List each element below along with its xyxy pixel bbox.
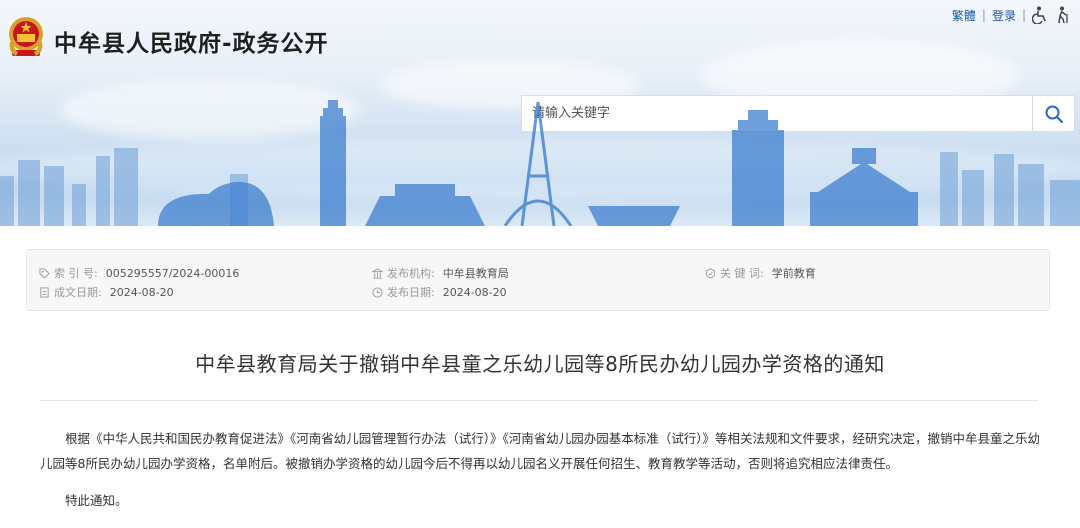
document-paragraph: 根据《中华人民共和国民办教育促进法》《河南省幼儿园管理暂行办法（试行）》《河南省… bbox=[40, 431, 1041, 471]
meta-keywords: 关 键 词: 学前教育 bbox=[705, 265, 816, 281]
top-links: 繁體 | 登录 | bbox=[952, 6, 1070, 24]
meta-value: 005295557/2024-00016 bbox=[105, 266, 240, 280]
meta-publisher: 发布机构: 中牟县教育局 bbox=[372, 265, 509, 281]
national-emblem-logo bbox=[9, 17, 43, 56]
meta-value: 2024-08-20 bbox=[109, 285, 174, 299]
meta-value: 中牟县教育局 bbox=[442, 267, 509, 280]
meta-index-number: 索 引 号: 005295557/2024-00016 bbox=[39, 265, 239, 281]
meta-label: 关 键 词: bbox=[720, 267, 764, 280]
document-paragraph: 特此通知。 bbox=[65, 493, 128, 508]
shield-check-icon bbox=[705, 267, 716, 279]
meta-label: 发布日期: bbox=[387, 286, 435, 299]
meta-value: 2024-08-20 bbox=[442, 285, 507, 299]
site-title[interactable]: 中牟县人民政府-政务公开 bbox=[54, 24, 329, 58]
meta-published-date: 发布日期: 2024-08-20 bbox=[372, 284, 507, 300]
title-divider bbox=[40, 400, 1038, 401]
meta-label: 发布机构: bbox=[387, 267, 435, 280]
login-link[interactable]: 登录 bbox=[992, 7, 1016, 24]
document-icon bbox=[40, 286, 49, 298]
meta-created-date: 成文日期: 2024-08-20 bbox=[39, 284, 174, 300]
accessibility-icon[interactable] bbox=[1032, 6, 1048, 24]
traditional-chinese-link[interactable]: 繁體 bbox=[952, 7, 976, 24]
link-separator: | bbox=[981, 8, 986, 22]
meta-label: 成文日期: bbox=[54, 286, 102, 299]
meta-value: 学前教育 bbox=[771, 267, 816, 280]
document-metadata-panel: 索 引 号: 005295557/2024-00016 成文日期: 2024-0… bbox=[26, 249, 1050, 311]
document-title: 中牟县教育局关于撤销中牟县童之乐幼儿园等8所民办幼儿园办学资格的通知 bbox=[195, 352, 885, 376]
meta-label: 索 引 号: bbox=[54, 267, 98, 280]
institution-icon bbox=[372, 267, 383, 279]
elderly-mode-icon[interactable] bbox=[1054, 6, 1070, 24]
header-banner: 中牟县人民政府-政务公开 繁體 | 登录 | bbox=[0, 0, 1080, 226]
city-skyline-illustration bbox=[0, 100, 1080, 226]
tag-icon bbox=[39, 267, 50, 279]
clock-icon bbox=[372, 286, 383, 298]
link-separator: | bbox=[1021, 8, 1026, 22]
